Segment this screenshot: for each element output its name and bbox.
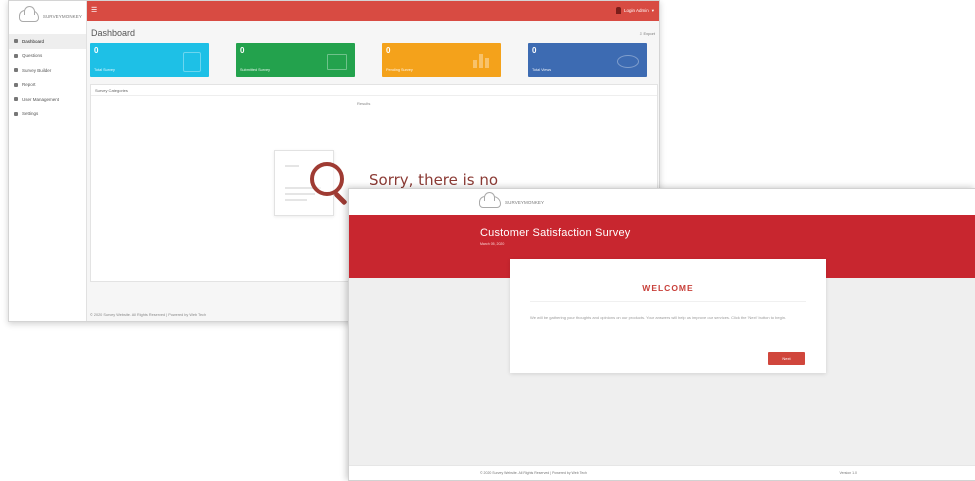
question-icon — [14, 53, 18, 58]
cloud-logo-icon — [479, 192, 501, 208]
user-name: Login Admin — [623, 8, 649, 13]
export-label: Export — [643, 31, 655, 36]
survey-header: SURVEYMONKEY — [349, 189, 975, 215]
survey-footer: © 2020 Survey Website. All Rights Reserv… — [349, 465, 975, 480]
eye-icon — [617, 55, 639, 68]
survey-logo[interactable]: SURVEYMONKEY — [479, 192, 545, 208]
panel-heading: Survey Categories — [95, 88, 128, 93]
sidebar-item-questions[interactable]: Questions — [9, 49, 86, 64]
sidebar-item-label: Settings — [22, 111, 39, 117]
magnifier-handle — [333, 191, 348, 206]
dashboard-logo[interactable]: SURVEYMONKEY — [9, 1, 86, 30]
sidebar-item-survey-builder[interactable]: Survey Builder — [9, 63, 86, 78]
sidebar-nav: Dashboard Questions Survey Builder Repor… — [9, 34, 86, 121]
logo-text: SURVEYMONKEY — [42, 13, 82, 19]
dashboard-footer: © 2020 Survey Website. All Rights Reserv… — [90, 313, 207, 317]
stat-value: 0 — [240, 46, 245, 55]
logo-text: SURVEYMONKEY — [505, 199, 545, 205]
document-icon — [183, 52, 201, 72]
sidebar-item-report[interactable]: Report — [9, 78, 86, 93]
footer-version: Version 1.0 — [839, 471, 857, 475]
dashboard-topbar: ☰ Login Admin ▾ — [87, 1, 659, 21]
download-icon: ⇩ — [638, 31, 643, 36]
stat-label: Total Survey — [94, 68, 115, 72]
footer-copyright: © 2020 Survey Website. All Rights Reserv… — [480, 471, 587, 475]
users-icon — [14, 97, 18, 102]
sidebar-item-settings[interactable]: Settings — [9, 107, 86, 122]
magnifier-icon — [310, 162, 344, 196]
stat-label: Pending Survey — [386, 68, 413, 72]
stat-card-total-views[interactable]: 0 Total Views — [528, 43, 647, 77]
page-title: Dashboard — [91, 28, 136, 38]
gear-icon — [14, 111, 18, 116]
cloud-logo-icon — [19, 6, 39, 22]
sidebar-item-user-management[interactable]: User Management — [9, 92, 86, 107]
stat-label: Submitted Survey — [240, 68, 270, 72]
stat-value: 0 — [532, 46, 537, 55]
survey-date: March 05, 2020 — [480, 242, 505, 246]
hamburger-menu-icon[interactable]: ☰ — [91, 7, 97, 14]
home-icon — [14, 39, 18, 44]
stat-card-submitted-survey[interactable]: 0 Submitted Survey — [236, 43, 355, 77]
builder-icon — [14, 68, 18, 73]
card-icon — [327, 54, 347, 70]
welcome-body: We will be gathering your thoughts and o… — [530, 315, 787, 320]
stat-value: 0 — [94, 46, 99, 55]
panel-subheading: Results — [357, 101, 371, 106]
survey-title: Customer Satisfaction Survey — [480, 227, 631, 239]
sidebar-item-label: Dashboard — [22, 38, 45, 44]
stat-label: Total Views — [532, 68, 552, 72]
stat-card-total-survey[interactable]: 0 Total Survey — [90, 43, 209, 77]
sidebar-item-dashboard[interactable]: Dashboard — [9, 34, 86, 49]
welcome-heading: WELCOME — [642, 283, 694, 293]
welcome-card: WELCOME We will be gathering your though… — [510, 259, 826, 373]
chevron-down-icon: ▾ — [651, 7, 654, 13]
stat-value: 0 — [386, 46, 391, 55]
next-button[interactable]: Next — [768, 352, 805, 365]
stat-card-pending-survey[interactable]: 0 Pending Survey — [382, 43, 501, 77]
sidebar-item-label: Questions — [22, 53, 43, 59]
export-link[interactable]: ⇩ Export — [639, 31, 655, 36]
survey-window: SURVEYMONKEY Customer Satisfaction Surve… — [348, 188, 975, 481]
bar-chart-icon — [473, 52, 493, 68]
sidebar: SURVEYMONKEY Dashboard Questions Survey … — [9, 1, 87, 321]
report-icon — [14, 82, 18, 87]
divider — [530, 301, 806, 302]
sidebar-item-label: Report — [22, 82, 36, 88]
sidebar-item-label: User Management — [22, 96, 60, 102]
sidebar-item-label: Survey Builder — [22, 67, 52, 73]
divider — [91, 95, 657, 96]
user-menu[interactable]: Login Admin ▾ — [615, 7, 654, 14]
user-avatar-icon — [615, 7, 621, 14]
